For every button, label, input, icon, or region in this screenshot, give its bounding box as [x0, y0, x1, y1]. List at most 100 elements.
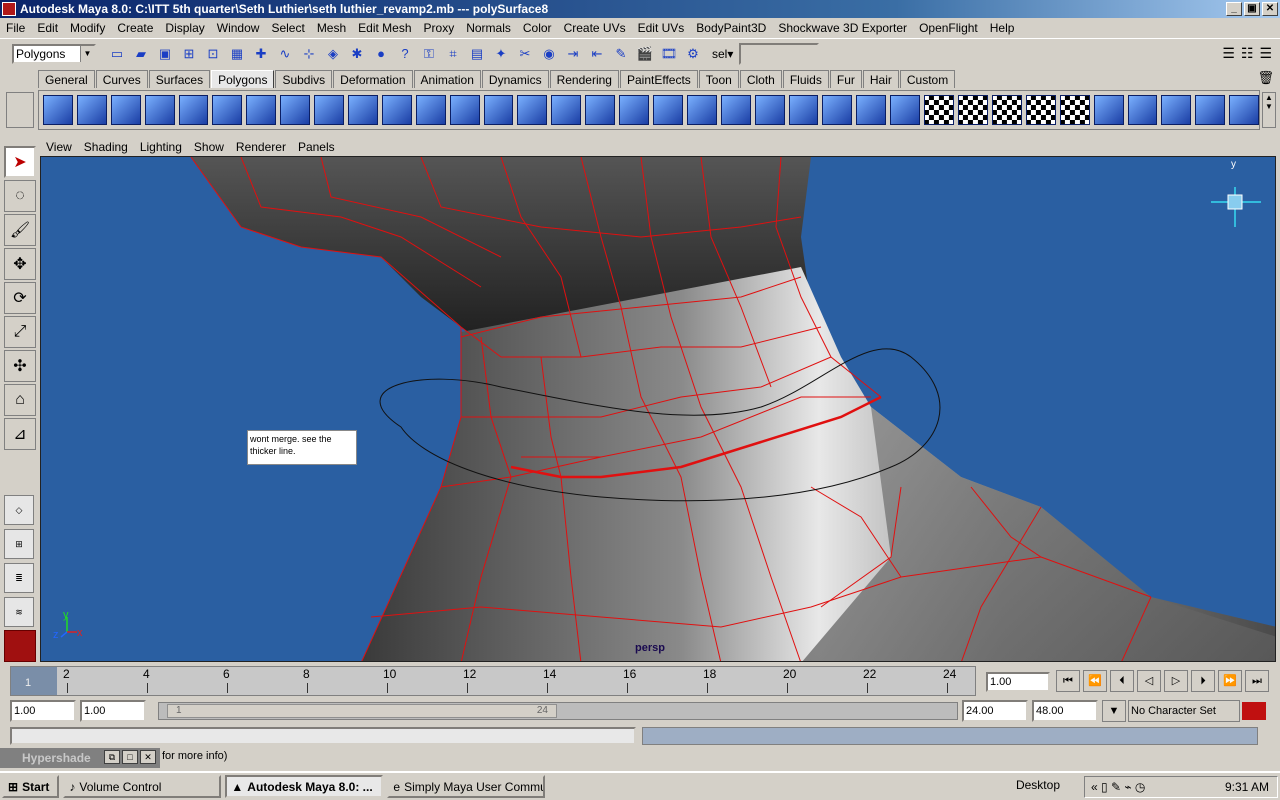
combine-icon[interactable]	[348, 95, 378, 125]
render-globals-icon[interactable]: ⚙	[682, 43, 704, 65]
soft-mod-icon[interactable]: ⌂	[4, 384, 36, 416]
go-to-end-icon[interactable]: ⏭	[1245, 670, 1269, 692]
taskbar-maya[interactable]: ▲ Autodesk Maya 8.0: ...	[225, 775, 384, 798]
snap-point-icon[interactable]: ⊹	[298, 43, 320, 65]
graph-editor-layout-icon[interactable]: ≋	[4, 597, 34, 627]
current-frame-marker[interactable]: 1	[11, 667, 57, 695]
panel-menu-renderer[interactable]: Renderer	[230, 140, 292, 154]
shelf-tab-animation[interactable]: Animation	[413, 70, 481, 88]
automatic-mapping-icon[interactable]	[991, 95, 1022, 125]
auto-key-icon[interactable]	[1242, 702, 1266, 720]
go-to-start-icon[interactable]: ⏮	[1056, 670, 1080, 692]
panel-menu-show[interactable]: Show	[188, 140, 230, 154]
menu-select[interactable]: Select	[265, 21, 310, 35]
panel-menu-shading[interactable]: Shading	[78, 140, 134, 154]
select-component-icon[interactable]: ▦	[226, 43, 248, 65]
spherical-mapping-icon[interactable]	[958, 95, 988, 125]
poly-plane-icon[interactable]	[178, 95, 209, 125]
shelf-tab-painteffects[interactable]: PaintEffects	[619, 70, 698, 88]
unfold-uv-icon[interactable]	[1195, 95, 1226, 125]
animation-end-field[interactable]: 48.00	[1032, 700, 1098, 722]
menu-openflight[interactable]: OpenFlight	[913, 21, 984, 35]
poly-cylinder-icon[interactable]	[110, 95, 141, 125]
menu-edit-uvs[interactable]: Edit UVs	[632, 21, 691, 35]
ipr-clapper-icon[interactable]: 🎞	[658, 43, 680, 65]
restore-button[interactable]: ⧉	[104, 750, 120, 764]
shelf-tab-curves[interactable]: Curves	[95, 70, 148, 88]
shelf-menu-button[interactable]	[6, 92, 34, 128]
shelf-tab-toon[interactable]: Toon	[698, 70, 739, 88]
shelf-tab-polygons[interactable]: Polygons	[211, 70, 275, 88]
shelf-tab-subdivs[interactable]: Subdivs	[275, 70, 333, 88]
new-scene-icon[interactable]: ▭	[106, 43, 128, 65]
shelf-tab-surfaces[interactable]: Surfaces	[148, 70, 211, 88]
construction-history-icon[interactable]: ✎	[610, 43, 632, 65]
maximize-button[interactable]: □	[122, 750, 138, 764]
duplicate-face-icon[interactable]	[822, 95, 853, 125]
layout-uv-icon[interactable]	[1161, 95, 1192, 125]
poly-pipe-icon[interactable]	[280, 95, 311, 125]
play-forward-icon[interactable]: ▷	[1164, 670, 1188, 692]
poly-prism-icon[interactable]	[246, 95, 277, 125]
current-time-field[interactable]: 1.00	[986, 672, 1050, 692]
taskbar-volume-control[interactable]: ♪ Volume Control	[63, 775, 222, 798]
playback-start-field[interactable]: 1.00	[80, 700, 146, 722]
menu-create[interactable]: Create	[111, 21, 159, 35]
merge-icon[interactable]	[686, 95, 717, 125]
insert-edge-loop-icon[interactable]	[585, 95, 616, 125]
time-slider[interactable]: 1 2 4 6 8 10 12 14 16 18 20 22 24	[10, 666, 976, 696]
step-forward-key-icon[interactable]: ⏩	[1218, 670, 1242, 692]
lasso-tool-icon[interactable]: ◌	[4, 180, 36, 212]
menu-set-select[interactable]: Polygons ▼	[12, 43, 96, 64]
menu-normals[interactable]: Normals	[460, 21, 517, 35]
shelf-tab-general[interactable]: General	[38, 70, 95, 88]
history-icon[interactable]: ⌗	[442, 43, 464, 65]
menu-proxy[interactable]: Proxy	[418, 21, 461, 35]
step-forward-frame-icon[interactable]: ⏵	[1191, 670, 1215, 692]
wedge-icon[interactable]	[754, 95, 785, 125]
panel-menu-panels[interactable]: Panels	[292, 140, 341, 154]
uv-texture-editor-icon[interactable]	[1025, 95, 1056, 125]
shelf-tab-hair[interactable]: Hair	[862, 70, 899, 88]
cut-uv-icon[interactable]	[1127, 95, 1158, 125]
quick-select-field[interactable]	[739, 42, 820, 65]
collapse-icon[interactable]	[720, 95, 751, 125]
universal-manip-icon[interactable]: ✣	[4, 350, 36, 382]
render-view-icon[interactable]: ▤	[466, 43, 488, 65]
append-poly-icon[interactable]	[653, 95, 683, 125]
shelf-scroll[interactable]: ▲ ▼	[1262, 92, 1276, 128]
planar-mapping-icon[interactable]	[890, 95, 921, 125]
snap-view-icon[interactable]: ◈	[322, 43, 344, 65]
clapper-icon[interactable]: 🎬	[634, 43, 656, 65]
command-line[interactable]	[10, 727, 636, 745]
toggle-tool-settings-icon[interactable]: ☷	[1241, 45, 1254, 62]
quick-select-label[interactable]: sel▾	[712, 47, 733, 61]
range-slider[interactable]: 1 24	[158, 702, 958, 720]
show-manipulator-icon[interactable]: ⊿	[4, 418, 36, 450]
character-set-menu[interactable]: No Character Set	[1128, 700, 1240, 722]
bevel-icon[interactable]	[619, 95, 650, 125]
help-icon[interactable]: ?	[394, 43, 416, 65]
separate-icon[interactable]	[381, 95, 412, 125]
maximize-button[interactable]: ▣	[1244, 2, 1260, 16]
output-ops-icon[interactable]: ⇤	[586, 43, 608, 65]
chevron-down-icon[interactable]: ▼	[80, 45, 94, 62]
snap-curve-icon[interactable]: ∿	[274, 43, 296, 65]
shelf-tab-custom[interactable]: Custom	[899, 70, 956, 88]
tray-icons[interactable]: « ▯ ✎ ⌁ ◷	[1085, 780, 1145, 794]
shelf-tab-fluids[interactable]: Fluids	[782, 70, 829, 88]
sew-uv-icon[interactable]	[1093, 95, 1124, 125]
perspective-viewport[interactable]: y y x z wont merge. see the thicker line…	[40, 156, 1276, 662]
poly-cone-icon[interactable]	[144, 95, 175, 125]
chevron-down-icon[interactable]: ▼	[1102, 700, 1126, 722]
split-poly-icon[interactable]	[551, 95, 582, 125]
shelf-tab-deformation[interactable]: Deformation	[333, 70, 413, 88]
scale-tool-icon[interactable]: ⤢	[4, 316, 36, 348]
paint-select-tool-icon[interactable]: 🖌	[4, 214, 36, 246]
menu-modify[interactable]: Modify	[64, 21, 111, 35]
smooth-icon[interactable]	[449, 95, 480, 125]
play-backward-icon[interactable]: ◁	[1137, 670, 1161, 692]
menu-create-uvs[interactable]: Create UVs	[558, 21, 632, 35]
menu-file[interactable]: File	[0, 21, 31, 35]
step-back-frame-icon[interactable]: ⏴	[1110, 670, 1134, 692]
